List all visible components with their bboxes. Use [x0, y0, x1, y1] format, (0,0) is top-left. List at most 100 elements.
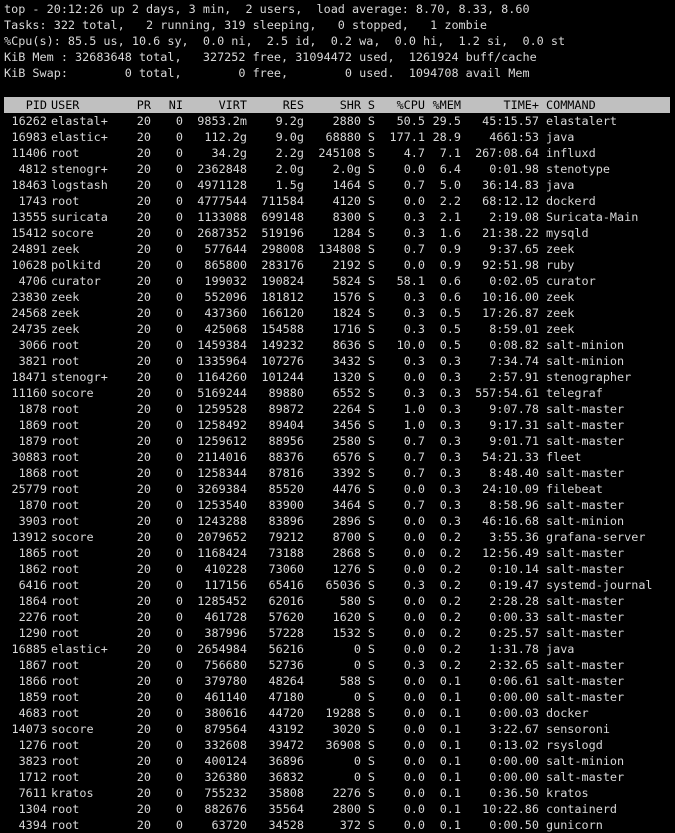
process-cpu: 1.0	[403, 418, 425, 432]
process-mem: 5.0	[439, 178, 461, 192]
process-res: 711584	[261, 194, 304, 208]
process-user: root	[51, 498, 80, 512]
process-shr: 5824	[332, 274, 361, 288]
process-mem: 1.6	[439, 226, 461, 240]
process-pid: 25779	[11, 482, 47, 496]
process-row: 16983 elastic+ 20 0 112.2g 9.0g 68880 S 177.1 28.…	[4, 129, 675, 145]
process-mem: 28.9	[432, 130, 461, 144]
process-user: root	[51, 434, 80, 448]
process-res: 62016	[268, 594, 304, 608]
terminal-window[interactable]: top - 20:12:26 up 2 days, 3 min, 2 users…	[0, 0, 675, 833]
process-user: elastic+	[51, 642, 108, 656]
process-pid: 23830	[11, 290, 47, 304]
process-mem: 2.1	[439, 210, 461, 224]
process-pid: 24735	[11, 322, 47, 336]
process-state: S	[367, 514, 375, 528]
process-ni: 0	[175, 162, 183, 176]
process-pr: 20	[136, 498, 151, 512]
process-command: containerd	[546, 802, 618, 816]
process-user: root	[51, 354, 80, 368]
process-res: 190824	[261, 274, 304, 288]
process-command: salt-master	[546, 498, 625, 512]
process-virt: 755232	[204, 786, 247, 800]
process-user: root	[51, 610, 80, 624]
process-mem: 0.3	[439, 514, 461, 528]
process-shr: 2264	[332, 402, 361, 416]
process-shr: 2580	[332, 434, 361, 448]
process-virt: 2687352	[197, 226, 247, 240]
process-command: docker	[546, 706, 589, 720]
process-time: 0:00.03	[489, 706, 539, 720]
process-virt: 1253540	[197, 498, 247, 512]
process-command: systemd-journal	[546, 578, 653, 592]
process-cpu: 0.0	[403, 610, 425, 624]
process-user: root	[51, 674, 80, 688]
process-user: root	[51, 146, 80, 160]
process-cpu: 0.0	[403, 642, 425, 656]
process-cpu: 0.0	[403, 770, 425, 784]
process-pid: 16885	[11, 642, 47, 656]
process-pr: 20	[136, 434, 151, 448]
process-shr: 6552	[332, 386, 361, 400]
process-virt: 2654984	[197, 642, 247, 656]
process-mem: 0.2	[439, 562, 461, 576]
process-command: fleet	[546, 450, 582, 464]
process-pr: 20	[136, 786, 151, 800]
process-state: S	[367, 194, 375, 208]
process-mem: 0.1	[439, 786, 461, 800]
process-state: S	[367, 306, 375, 320]
process-mem: 0.3	[439, 434, 461, 448]
process-row: 1879 root 20 0 1259612 88956 2580 S 0.7 0.3 9:01.7…	[4, 433, 675, 449]
process-shr: 65036	[325, 578, 361, 592]
process-user: root	[51, 594, 80, 608]
process-user: polkitd	[51, 258, 101, 272]
process-time: 24:10.09	[482, 482, 539, 496]
process-mem: 0.2	[439, 546, 461, 560]
process-mem: 0.2	[439, 610, 461, 624]
process-mem: 7.1	[439, 146, 461, 160]
process-ni: 0	[175, 754, 183, 768]
process-pr: 20	[136, 642, 151, 656]
process-command: grafana-server	[546, 530, 646, 544]
process-pid: 1290	[18, 626, 47, 640]
process-time: 7:34.74	[489, 354, 539, 368]
process-virt: 112.2g	[204, 130, 247, 144]
process-cpu: 0.0	[403, 482, 425, 496]
process-row: 24735 zeek 20 0 425068 154588 1716 S 0.3 0.5 8:59.…	[4, 321, 675, 337]
process-command: java	[546, 130, 575, 144]
process-pid: 4706	[18, 274, 47, 288]
process-cpu: 0.7	[403, 434, 425, 448]
process-time: 0:01.98	[489, 162, 539, 176]
process-shr: 3464	[332, 498, 361, 512]
process-ni: 0	[175, 178, 183, 192]
process-state: S	[367, 818, 375, 832]
process-time: 0:10.14	[489, 562, 539, 576]
process-mem: 0.1	[439, 754, 461, 768]
process-virt: 1243288	[197, 514, 247, 528]
process-virt: 2079652	[197, 530, 247, 544]
process-row: 4706 curator 20 0 199032 190824 5824 S 58.1 0.6 0:…	[4, 273, 675, 289]
process-mem: 0.1	[439, 674, 461, 688]
process-ni: 0	[175, 322, 183, 336]
process-virt: 4777544	[197, 194, 247, 208]
process-ni: 0	[175, 674, 183, 688]
process-cpu: 0.3	[403, 322, 425, 336]
process-cpu: 0.7	[403, 242, 425, 256]
process-command: mysqld	[546, 226, 589, 240]
process-ni: 0	[175, 258, 183, 272]
process-command: sensoroni	[546, 722, 610, 736]
process-ni: 0	[175, 722, 183, 736]
process-cpu: 0.7	[403, 498, 425, 512]
process-shr: 36908	[325, 738, 361, 752]
process-virt: 380616	[204, 706, 247, 720]
process-mem: 0.1	[439, 770, 461, 784]
process-mem: 0.2	[439, 626, 461, 640]
process-pid: 1878	[18, 402, 47, 416]
process-pr: 20	[136, 178, 151, 192]
process-virt: 1259612	[197, 434, 247, 448]
process-shr: 8300	[332, 210, 361, 224]
process-row: 1878 root 20 0 1259528 89872 2264 S 1.0 0.3 9:07.7…	[4, 401, 675, 417]
process-row: 1865 root 20 0 1168424 73188 2868 S 0.0 0.2 12:56.…	[4, 545, 675, 561]
process-row: 11406 root 20 0 34.2g 2.2g 245108 S 4.7 7.1 267:08…	[4, 145, 675, 161]
process-ni: 0	[175, 594, 183, 608]
